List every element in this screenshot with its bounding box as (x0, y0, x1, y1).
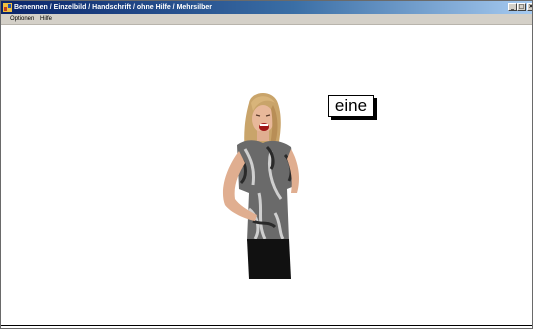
woman-laughing-photo (222, 92, 299, 279)
divider (1, 325, 532, 326)
word-card[interactable]: eine (328, 95, 374, 117)
menu-item-help[interactable]: Hilfe (40, 14, 52, 24)
maximize-button[interactable]: □ (517, 3, 526, 11)
menu-item-options[interactable]: Optionen (10, 14, 34, 24)
close-button[interactable]: × (527, 3, 532, 11)
window-title: Benennen / Einzelbild / Handschrift / oh… (14, 4, 212, 11)
menu-bar: Optionen Hilfe (1, 14, 532, 25)
app-icon[interactable] (3, 3, 12, 12)
title-bar[interactable]: Benennen / Einzelbild / Handschrift / oh… (1, 1, 532, 14)
application-window: Benennen / Einzelbild / Handschrift / oh… (0, 0, 533, 329)
minimize-button[interactable]: _ (508, 3, 517, 11)
